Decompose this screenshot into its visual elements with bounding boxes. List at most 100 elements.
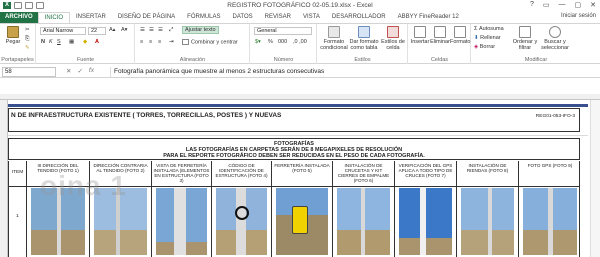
formula-input[interactable]: Fotografía panorámica que muestre al men… bbox=[110, 67, 598, 77]
fill-button[interactable]: ⬇ Rellenar bbox=[474, 35, 501, 41]
align-top-icon[interactable]: ☰ bbox=[140, 27, 145, 33]
number-format-select[interactable]: General bbox=[254, 27, 312, 35]
format-cells-button[interactable]: Formato bbox=[450, 26, 470, 45]
maximize-button[interactable]: ▢ bbox=[575, 1, 582, 9]
wrap-text-button[interactable]: Ajustar texto bbox=[182, 26, 219, 34]
tab-insertar[interactable]: INSERTAR bbox=[70, 12, 112, 23]
font-name-select[interactable]: Arial Narrow bbox=[40, 27, 86, 35]
grid-line bbox=[8, 135, 588, 136]
sheet-title: N DE INFRAESTRUCTURA EXISTENTE ( TORRES,… bbox=[11, 112, 282, 119]
sort-filter-button[interactable]: Ordenar y filtrar bbox=[512, 26, 538, 51]
delete-cells-icon bbox=[434, 26, 446, 38]
delete-cells-button[interactable]: Eliminar bbox=[430, 26, 450, 45]
page-watermark: oina 1 bbox=[40, 170, 127, 201]
ribbon-tabs: ARCHIVO INICIO INSERTAR DISEÑO DE PÁGINA… bbox=[0, 12, 600, 23]
photo-column-7-header: VERIFICACIÓN DEL GPS APLICA A TODO TIPO … bbox=[398, 163, 453, 178]
merge-center-button[interactable]: Combinar y centrar bbox=[182, 39, 238, 45]
close-button[interactable]: ✕ bbox=[590, 1, 596, 9]
tab-desarrollador[interactable]: DESARROLLADOR bbox=[326, 12, 392, 23]
underline-button[interactable]: S bbox=[57, 39, 61, 45]
enter-icon[interactable]: ✓ bbox=[77, 67, 82, 75]
tab-abbyy[interactable]: ABBYY FineReader 12 bbox=[392, 12, 465, 23]
autosum-button[interactable]: Σ Autosuma bbox=[474, 26, 504, 32]
alignment-group-label: Alineación bbox=[179, 57, 206, 63]
sort-filter-icon bbox=[519, 26, 531, 38]
photo-3[interactable] bbox=[156, 188, 207, 255]
currency-icon[interactable]: $▾ bbox=[255, 39, 261, 45]
photo-column-9: FOTO GPS (FOTO 9) bbox=[519, 161, 581, 257]
insert-cells-button[interactable]: Insertar bbox=[410, 26, 430, 45]
find-select-label: Buscar y seleccionar bbox=[541, 39, 569, 51]
photo-7[interactable] bbox=[399, 188, 452, 255]
indent-icon[interactable]: ⇥ bbox=[169, 39, 174, 45]
conditional-format-icon bbox=[328, 26, 340, 38]
comma-icon[interactable]: 000 bbox=[278, 39, 287, 45]
fill-color-icon[interactable]: ◆ bbox=[83, 39, 87, 45]
tab-archivo[interactable]: ARCHIVO bbox=[0, 12, 38, 23]
sheet-header: N DE INFRAESTRUCTURA EXISTENTE ( TORRES,… bbox=[8, 108, 580, 132]
bold-button[interactable]: N bbox=[41, 39, 45, 45]
insert-function-icon[interactable]: fx bbox=[89, 67, 94, 75]
find-select-button[interactable]: Buscar y seleccionar bbox=[540, 26, 570, 51]
format-as-table-button[interactable]: Dar formato como tabla bbox=[349, 26, 379, 51]
help-button[interactable]: ? bbox=[530, 1, 534, 9]
percent-icon[interactable]: % bbox=[268, 39, 273, 45]
tab-revisar[interactable]: REVISAR bbox=[259, 12, 297, 23]
fill-label: Rellenar bbox=[480, 35, 501, 41]
format-painter-icon[interactable]: ✎ bbox=[25, 45, 30, 51]
photo-column-4-header: CÓDIGO DE IDENTIFICACIÓN DE ESTRUCTURA (… bbox=[215, 163, 268, 178]
photo-column-3: VISTA DE FERRETERÍA INSTALADA (ELEMENTOS… bbox=[152, 161, 212, 257]
header-band bbox=[8, 104, 588, 107]
photo-column-7: VERIFICACIÓN DEL GPS APLICA A TODO TIPO … bbox=[395, 161, 457, 257]
ribbon-display-button[interactable]: ▭ bbox=[543, 1, 550, 9]
photo-column-3-header: VISTA DE FERRETERÍA INSTALADA (ELEMENTOS… bbox=[153, 163, 210, 183]
row-headers bbox=[0, 100, 8, 257]
tab-formulas[interactable]: FÓRMULAS bbox=[181, 12, 226, 23]
photo-8[interactable] bbox=[461, 188, 514, 255]
tab-diseno-pagina[interactable]: DISEÑO DE PÁGINA bbox=[112, 12, 181, 23]
vertical-scrollbar[interactable] bbox=[590, 100, 600, 257]
document-code: REG01-053-IFO-3 bbox=[535, 114, 575, 119]
photo-6[interactable] bbox=[337, 188, 390, 255]
align-middle-icon[interactable]: ☰ bbox=[149, 27, 154, 33]
cancel-icon[interactable]: ✕ bbox=[66, 67, 71, 75]
paste-label: Pegar bbox=[5, 39, 21, 45]
tab-inicio[interactable]: INICIO bbox=[37, 12, 71, 23]
font-color-icon[interactable]: A bbox=[95, 39, 99, 45]
borders-icon[interactable]: ▦ bbox=[69, 39, 74, 45]
title-bar: X REGISTRO FOTOGRÁFICO 02-05.19.xlsx - E… bbox=[0, 0, 600, 12]
photo-column-8: INSTALACIÓN DE RIENDAS (FOTO 8) bbox=[457, 161, 519, 257]
alignment-group: ☰ ☰ ☰ ⤢ Ajustar texto ≡ ≡ ≡ ⇥ Combinar y… bbox=[136, 24, 250, 64]
name-box[interactable]: 58 bbox=[2, 67, 56, 77]
gps-device-icon bbox=[291, 206, 308, 234]
photo-5[interactable] bbox=[276, 188, 328, 255]
orientation-icon[interactable]: ⤢ bbox=[169, 27, 173, 34]
align-bottom-icon[interactable]: ☰ bbox=[158, 27, 163, 33]
styles-group: Formato condicional Dar formato como tab… bbox=[318, 24, 408, 64]
clear-button[interactable]: ◈ Borrar bbox=[474, 44, 495, 50]
photo-9[interactable] bbox=[523, 188, 577, 255]
photo-4[interactable] bbox=[216, 188, 267, 255]
conditional-format-button[interactable]: Formato condicional bbox=[320, 26, 348, 51]
decimals-icon[interactable]: ,0 ,00 bbox=[293, 39, 307, 45]
tab-vista[interactable]: VISTA bbox=[297, 12, 326, 23]
find-select-icon bbox=[549, 26, 561, 38]
font-size-select[interactable]: 22 bbox=[88, 27, 106, 35]
editing-group-label: Modificar bbox=[524, 57, 548, 63]
copy-icon[interactable]: ⎘ bbox=[25, 36, 29, 43]
italic-button[interactable]: K bbox=[49, 39, 53, 45]
merge-icon bbox=[182, 39, 189, 45]
cut-icon[interactable]: ✂ bbox=[25, 27, 30, 33]
minimize-button[interactable]: — bbox=[559, 1, 566, 9]
grow-font-icon[interactable]: A▴ bbox=[109, 27, 115, 33]
align-right-icon[interactable]: ≡ bbox=[158, 39, 161, 45]
tab-datos[interactable]: DATOS bbox=[227, 12, 259, 23]
align-center-icon[interactable]: ≡ bbox=[149, 39, 152, 45]
align-left-icon[interactable]: ≡ bbox=[140, 39, 143, 45]
signin-link[interactable]: Iniciar sesión bbox=[561, 13, 596, 19]
item-header: ITEM bbox=[11, 170, 24, 175]
cell-styles-button[interactable]: Estilos de celda bbox=[380, 26, 406, 51]
shrink-font-icon[interactable]: A▾ bbox=[121, 27, 127, 33]
cell-styles-icon bbox=[387, 26, 399, 38]
paste-button[interactable]: Pegar bbox=[3, 26, 23, 45]
